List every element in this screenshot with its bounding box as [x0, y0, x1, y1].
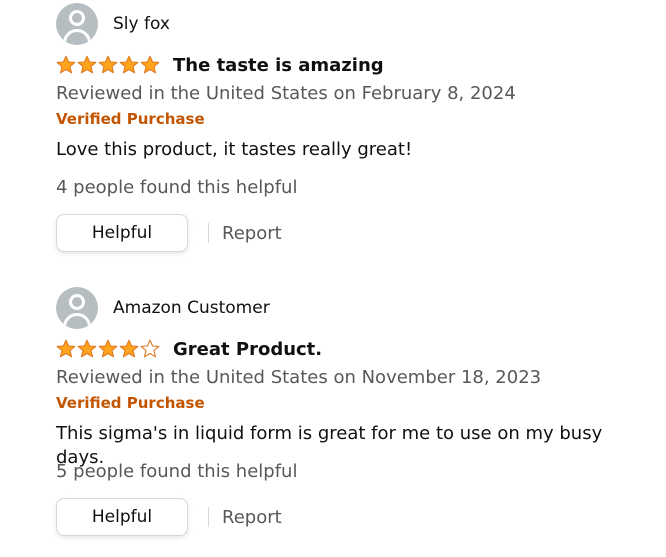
profile-name[interactable]: Sly fox	[113, 14, 170, 34]
review-title[interactable]: Great Product.	[173, 339, 322, 360]
report-link[interactable]: Report	[222, 223, 282, 244]
helpful-count: 5 people found this helpful	[56, 461, 298, 482]
star-filled-icon	[98, 55, 118, 74]
star-filled-icon	[56, 55, 76, 74]
verified-purchase-badge: Verified Purchase	[56, 110, 205, 128]
user-silhouette-icon	[69, 294, 85, 310]
star-filled-icon	[119, 339, 139, 358]
review-date: Reviewed in the United States on Februar…	[56, 83, 516, 104]
action-divider	[208, 223, 209, 243]
star-filled-icon	[140, 55, 160, 74]
star-rating[interactable]	[56, 339, 160, 359]
avatar[interactable]	[56, 3, 98, 45]
star-filled-icon	[77, 339, 97, 358]
action-divider	[208, 507, 209, 527]
star-outline-icon	[140, 339, 160, 358]
review-card: Amazon Customer Great Product. Reviewed …	[56, 287, 656, 536]
review-title[interactable]: The taste is amazing	[173, 55, 384, 76]
star-filled-icon	[98, 339, 118, 358]
star-filled-icon	[119, 55, 139, 74]
verified-purchase-badge: Verified Purchase	[56, 394, 205, 412]
profile-row: Amazon Customer	[56, 287, 656, 329]
helpful-button[interactable]: Helpful	[56, 498, 188, 536]
star-rating[interactable]	[56, 55, 160, 75]
review-card: Sly fox The taste is amazing Reviewed in…	[56, 3, 656, 252]
review-actions: Helpful Report	[56, 214, 656, 252]
review-actions: Helpful Report	[56, 498, 656, 536]
review-body: Love this product, it tastes really grea…	[56, 139, 413, 160]
helpful-count: 4 people found this helpful	[56, 177, 298, 198]
review-title-row: Great Product.	[56, 337, 656, 361]
helpful-button[interactable]: Helpful	[56, 214, 188, 252]
review-title-row: The taste is amazing	[56, 53, 656, 77]
report-link[interactable]: Report	[222, 507, 282, 528]
profile-row: Sly fox	[56, 3, 656, 45]
review-date: Reviewed in the United States on Novembe…	[56, 367, 542, 388]
star-filled-icon	[77, 55, 97, 74]
review-body: This sigma's in liquid form is great for…	[56, 423, 603, 468]
star-filled-icon	[56, 339, 76, 358]
user-silhouette-icon	[69, 10, 85, 26]
profile-name[interactable]: Amazon Customer	[113, 298, 270, 318]
avatar[interactable]	[56, 287, 98, 329]
